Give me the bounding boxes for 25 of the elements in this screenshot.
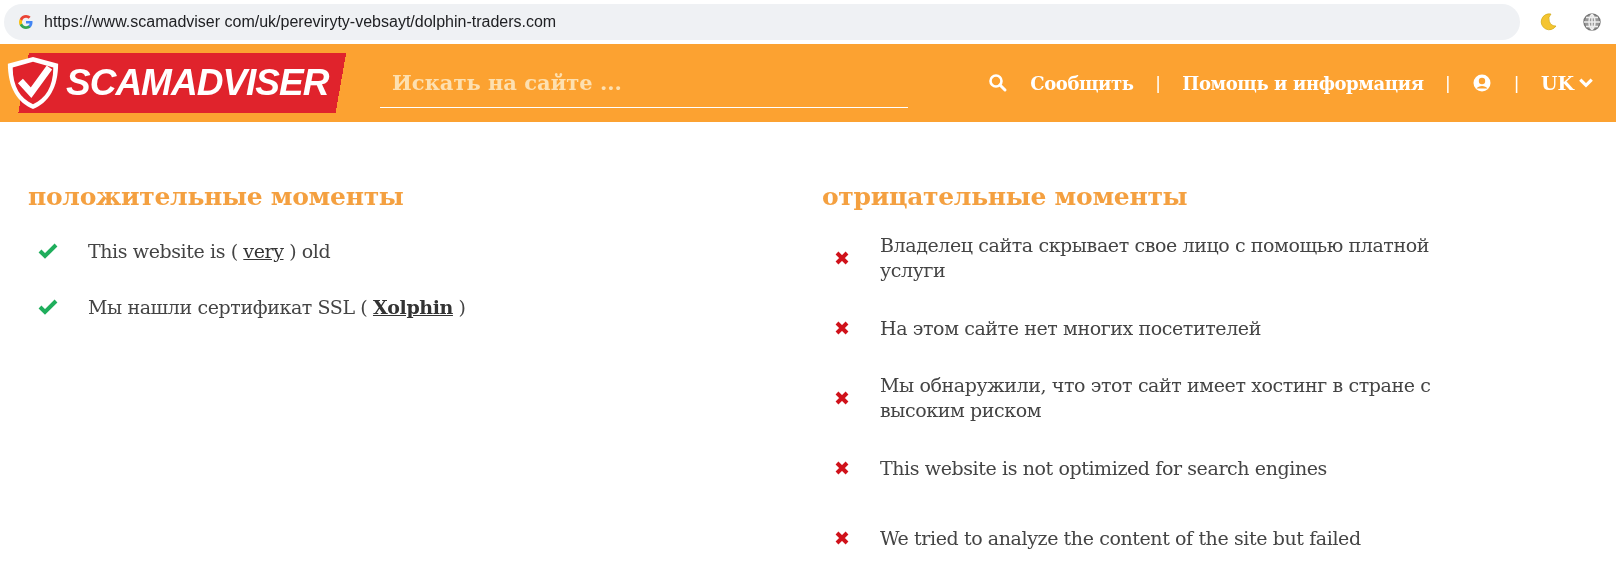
item-text: Владелец сайта скрывает свое лицо с помощью платной услуги — [880, 233, 1431, 283]
url-text: https://www.scamadviser com/uk/pereviryty-vebsayt/dolphin-traders.com — [44, 13, 557, 31]
item-text: Мы нашли сертификат SSL ( Xolphin ) — [88, 296, 466, 318]
item-text: Мы обнаружили, что этот сайт имеет хостинг в стране с высоким риском — [880, 373, 1432, 423]
separator: | — [1155, 72, 1161, 94]
search-field[interactable]: Искать на сайте ... — [380, 58, 908, 108]
section-heading: отрицательные моменты — [822, 182, 1189, 211]
user-icon[interactable] — [1472, 73, 1493, 93]
separator: | — [1445, 72, 1451, 94]
check-icon — [38, 243, 58, 259]
text-link[interactable]: Xolphin — [372, 296, 453, 318]
search-icon[interactable] — [988, 73, 1009, 93]
item-text: We tried to analyze the content of the site but failed — [880, 525, 1361, 551]
google-icon — [18, 14, 34, 30]
separator: | — [1514, 72, 1519, 94]
address-bar[interactable]: https://www.scamadviser com/uk/pereviryty-vebsayt/dolphin-traders.com — [4, 4, 1520, 40]
text-link[interactable]: very — [243, 240, 284, 262]
globe-icon[interactable] — [1582, 12, 1602, 32]
chevron-down-icon[interactable] — [1578, 77, 1594, 89]
moon-icon[interactable] — [1538, 12, 1558, 32]
section-heading: положительные моменты — [28, 182, 405, 211]
item-text: This website is ( very ) old — [88, 240, 331, 262]
item-text: На этом сайте нет многих посетителей — [880, 315, 1261, 341]
item-text: This website is not optimized for search engines — [880, 455, 1327, 481]
check-icon — [38, 299, 58, 315]
